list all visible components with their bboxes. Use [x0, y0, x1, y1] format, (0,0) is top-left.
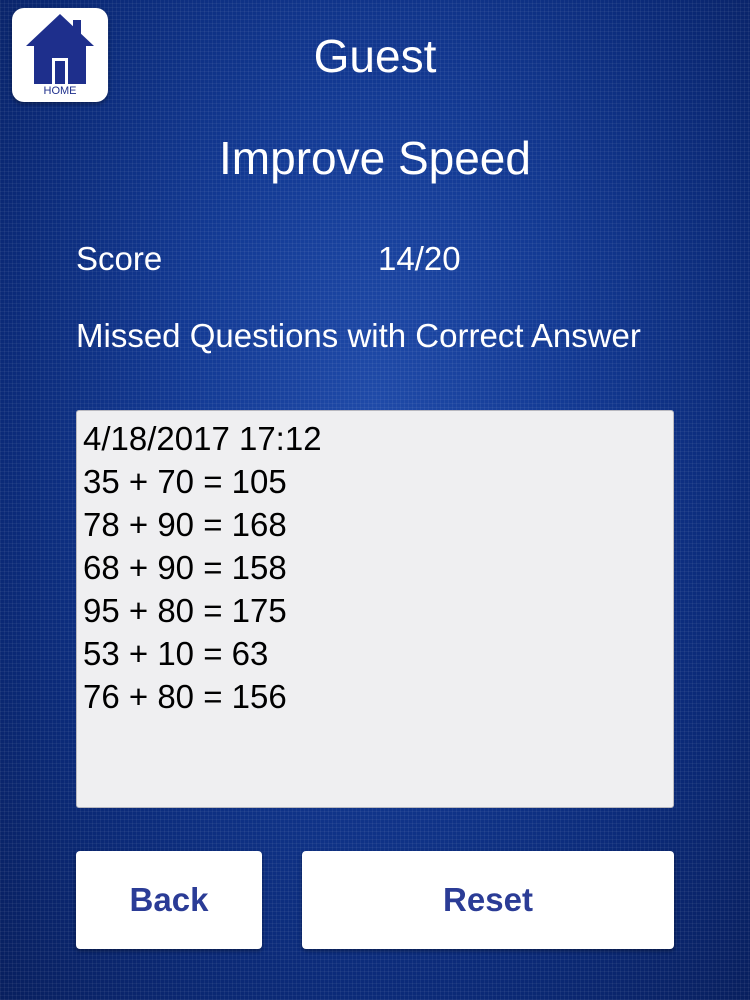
page-title: Improve Speed — [219, 132, 531, 184]
missed-questions-heading: Missed Questions with Correct Answer — [76, 317, 641, 354]
user-name: Guest — [313, 30, 437, 82]
result-line: 76 + 80 = 156 — [83, 678, 287, 715]
score-label: Score — [76, 240, 163, 277]
result-line: 53 + 10 = 63 — [83, 635, 269, 672]
result-timestamp: 4/18/2017 17:12 — [83, 420, 322, 457]
back-button[interactable]: Back — [76, 851, 262, 949]
missed-questions-textarea[interactable]: 4/18/2017 17:12 35 + 70 = 105 78 + 90 = … — [76, 410, 674, 808]
home-label: HOME — [43, 85, 77, 97]
score-value: 14/20 — [378, 240, 461, 277]
result-line: 78 + 90 = 168 — [83, 506, 287, 543]
result-line: 35 + 70 = 105 — [83, 463, 287, 500]
result-line: 68 + 90 = 158 — [83, 549, 287, 586]
result-line: 95 + 80 = 175 — [83, 592, 287, 629]
reset-button[interactable]: Reset — [302, 851, 674, 949]
